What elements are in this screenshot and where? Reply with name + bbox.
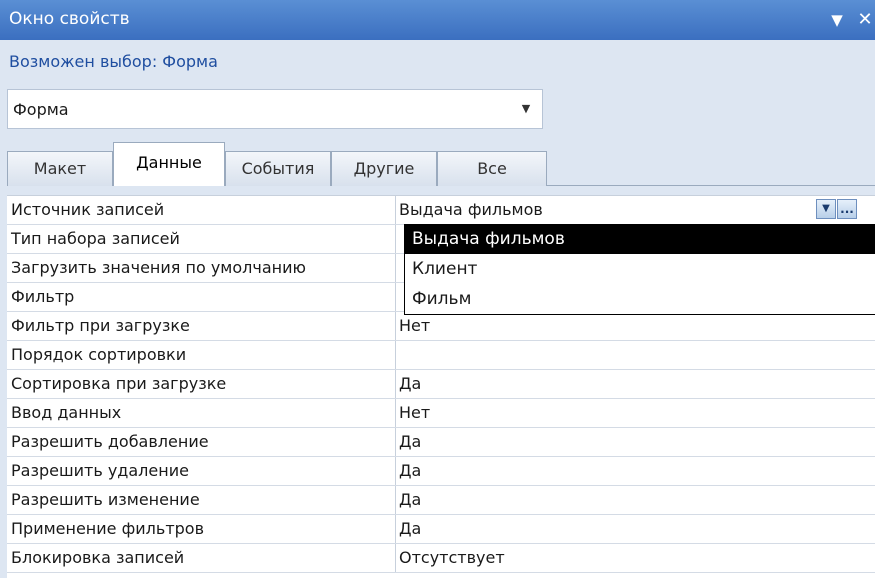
property-name: Фильтр при загрузке	[7, 312, 396, 340]
property-value[interactable]: Да	[399, 457, 873, 485]
property-name: Блокировка записей	[7, 544, 396, 572]
tab-other[interactable]: Другие	[331, 151, 437, 186]
object-selector-value: Форма	[13, 100, 69, 119]
tab-data[interactable]: Данные	[113, 142, 225, 186]
builder-ellipsis-icon[interactable]: ...	[837, 199, 857, 219]
property-value[interactable]: Да	[399, 515, 873, 543]
tab-all[interactable]: Все	[437, 151, 547, 186]
property-name: Фильтр	[7, 283, 396, 311]
property-row-record-locks[interactable]: Блокировка записей Отсутствует	[7, 544, 875, 573]
object-selector-combo[interactable]: Форма ▼	[7, 89, 543, 129]
property-value[interactable]: Да	[399, 370, 873, 398]
title-bar: Окно свойств ▼ ✕	[0, 0, 875, 40]
dropdown-option[interactable]: Фильм	[405, 285, 875, 314]
property-name: Ввод данных	[7, 399, 396, 427]
property-name: Разрешить добавление	[7, 428, 396, 456]
property-row-allow-filters[interactable]: Применение фильтров Да	[7, 515, 875, 544]
property-row-order-by[interactable]: Порядок сортировки	[7, 341, 875, 370]
property-name: Разрешить удаление	[7, 457, 396, 485]
property-sheet: Окно свойств ▼ ✕ Возможен выбор: Форма Ф…	[0, 0, 875, 578]
property-name: Применение фильтров	[7, 515, 396, 543]
property-tabs: Макет Данные События Другие Все	[7, 140, 875, 186]
window-title: Окно свойств	[9, 9, 130, 29]
property-name: Порядок сортировки	[7, 341, 396, 369]
property-row-filter-on-load[interactable]: Фильтр при загрузке Нет	[7, 312, 875, 341]
property-value[interactable]: Нет	[399, 312, 873, 340]
record-source-input[interactable]: Выдача фильмов ▼ ...	[399, 196, 873, 224]
tab-events[interactable]: События	[225, 151, 331, 186]
property-value[interactable]: Нет	[399, 399, 873, 427]
property-value[interactable]: Да	[399, 486, 873, 514]
record-source-dropdown-list: Выдача фильмов Клиент Фильм	[404, 224, 875, 315]
tab-layout[interactable]: Макет	[7, 151, 113, 186]
property-name: Тип набора записей	[7, 225, 396, 253]
dropdown-option[interactable]: Клиент	[405, 255, 875, 284]
dropdown-arrow-icon[interactable]: ▼	[816, 199, 836, 219]
property-name: Источник записей	[7, 196, 396, 224]
dropdown-option[interactable]: Выдача фильмов	[405, 225, 875, 254]
property-row-allow-edits[interactable]: Разрешить изменение Да	[7, 486, 875, 515]
property-row-data-entry[interactable]: Ввод данных Нет	[7, 399, 875, 428]
close-icon[interactable]: ✕	[856, 10, 874, 30]
property-row-order-by-on-load[interactable]: Сортировка при загрузке Да	[7, 370, 875, 399]
property-value[interactable]	[399, 341, 873, 369]
property-value: Выдача фильмов	[399, 200, 543, 219]
property-row-record-source[interactable]: Источник записей Выдача фильмов ▼ ...	[7, 196, 875, 225]
chevron-down-icon[interactable]: ▼	[517, 100, 535, 118]
property-grid: Источник записей Выдача фильмов ▼ ... Ти…	[7, 195, 875, 578]
property-value[interactable]: Отсутствует	[399, 544, 873, 572]
selection-type-label: Возможен выбор: Форма	[9, 52, 218, 71]
property-name: Сортировка при загрузке	[7, 370, 396, 398]
property-row-allow-additions[interactable]: Разрешить добавление Да	[7, 428, 875, 457]
property-name: Разрешить изменение	[7, 486, 396, 514]
property-row-allow-deletions[interactable]: Разрешить удаление Да	[7, 457, 875, 486]
pane-menu-icon[interactable]: ▼	[828, 10, 846, 30]
property-value[interactable]: Да	[399, 428, 873, 456]
property-name: Загрузить значения по умолчанию	[7, 254, 396, 282]
